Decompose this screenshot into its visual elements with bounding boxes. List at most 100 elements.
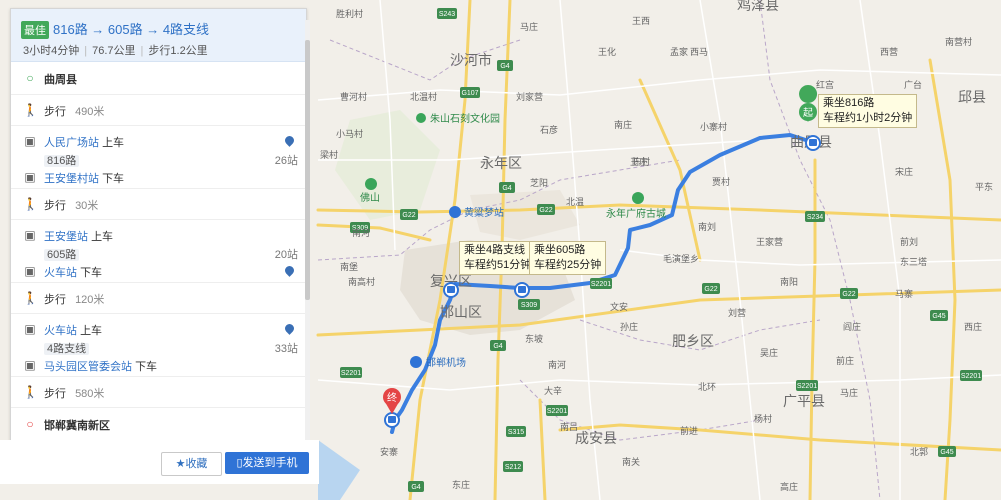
place-label: 安寨 — [380, 446, 398, 457]
favorite-button[interactable]: ★收藏 — [161, 452, 222, 476]
poi-label: 邯郸机场 — [426, 356, 466, 369]
bus-icon: ▣ — [24, 358, 36, 372]
place-label: 刘家营 — [516, 91, 543, 102]
poi-label: 佛山 — [360, 191, 380, 204]
send-label: 发送到手机 — [242, 457, 298, 469]
destination-label: 邯郸冀南新区 — [44, 420, 110, 432]
place-label: 南营村 — [945, 36, 972, 47]
step-destination: ○ 邯郸冀南新区 — [11, 408, 306, 440]
place-label: 阎庄 — [843, 321, 861, 332]
place-label: 前进 — [680, 425, 698, 436]
scenic-icon — [632, 192, 644, 204]
place-label: 平东 — [975, 181, 993, 192]
place-label: 北环 — [698, 382, 716, 392]
bus-icon: ▣ — [24, 264, 36, 278]
bubble-line: 车程约25分钟 — [534, 259, 602, 271]
poi-label: 永年广府古城 — [606, 207, 666, 220]
origin-label: 曲周县 — [44, 74, 77, 86]
place-label: 西营 — [880, 46, 898, 57]
step-walk: 🚶 步行 120米 — [11, 283, 306, 314]
svg-text:G4: G4 — [500, 63, 509, 70]
scrollbar-thumb[interactable] — [305, 40, 310, 300]
favorite-label: 收藏 — [185, 458, 208, 470]
walk-icon: 🚶 — [23, 103, 38, 117]
walk-icon: 🚶 — [23, 385, 38, 399]
district-label: 永年区 — [480, 155, 522, 171]
board-station[interactable]: 人民广场站 — [44, 137, 99, 149]
place-label: 南阳 — [780, 276, 798, 287]
walk-icon: 🚶 — [23, 291, 38, 305]
board-label: 上车 — [91, 231, 114, 243]
alight-station[interactable]: 马头园区管委会站 — [44, 361, 132, 373]
walk-label: 步行 — [44, 200, 66, 212]
place-label: 红宫 — [816, 79, 834, 90]
walk-label: 步行 — [44, 388, 66, 400]
location-pin-icon[interactable] — [283, 264, 296, 277]
district-label: 鸡泽县 — [737, 0, 779, 13]
star-icon: ★ — [175, 458, 186, 470]
best-badge: 最佳 — [21, 21, 49, 39]
route-summary[interactable]: 最佳 816路 → 605路 → 4路支线 3小时4分钟 | 76.7公里 | 步行1.2… — [11, 9, 306, 62]
distance: 76.7公里 — [92, 45, 136, 57]
board-station[interactable]: 王安堡站 — [44, 231, 88, 243]
place-label: 南刘 — [698, 221, 716, 232]
bubble-line: 乘坐605路 — [534, 244, 586, 256]
stop-count: 26站 — [274, 155, 298, 167]
step-bus[interactable]: ▣ 王安堡站 上车 605路 20站 ▣ 火车站 下车 — [11, 220, 306, 283]
place-label: 东庄 — [452, 479, 470, 490]
svg-text:终: 终 — [387, 391, 397, 404]
place-label: 小马村 — [336, 128, 363, 139]
place-label: 胜利村 — [336, 8, 363, 19]
place-label: 南关 — [622, 456, 640, 467]
bus-icon: ▣ — [24, 170, 36, 184]
park-icon — [416, 113, 426, 123]
duration: 3小时4分钟 — [23, 45, 80, 57]
place-label: 马庄 — [520, 21, 538, 32]
place-label: 王西 — [632, 16, 650, 26]
bus-stop-icon — [443, 282, 459, 298]
alight-label: 下车 — [102, 173, 125, 185]
line-tag[interactable]: 4路支线 — [44, 343, 90, 355]
svg-text:S309: S309 — [521, 302, 537, 309]
step-walk: 🚶 步行 490米 — [11, 95, 306, 126]
bus-stop-icon — [514, 282, 530, 298]
svg-text:S2201: S2201 — [547, 408, 567, 415]
send-to-phone-button[interactable]: ▯发送到手机 — [225, 452, 309, 474]
place-label: 西庄 — [964, 321, 982, 332]
bubble-line: 乘坐816路 — [823, 97, 875, 109]
train-station-icon — [449, 206, 461, 218]
location-pin-icon[interactable] — [283, 134, 296, 147]
step-bus[interactable]: ▣ 火车站 上车 4路支线 33站 ▣ 马头园区管委会站 下车 — [11, 314, 306, 377]
svg-text:S234: S234 — [807, 214, 823, 221]
bus-icon: ▣ — [24, 322, 36, 336]
place-label: 北温 — [566, 197, 584, 207]
svg-text:G4: G4 — [493, 343, 502, 350]
place-label: 南河 — [352, 227, 370, 238]
stop-count: 33站 — [274, 343, 298, 355]
svg-text:G4: G4 — [502, 185, 511, 192]
district-label: 广平县 — [783, 393, 825, 409]
step-walk: 🚶 步行 30米 — [11, 189, 306, 220]
line-tag[interactable]: 816路 — [44, 155, 80, 167]
step-bus[interactable]: ▣ 人民广场站 上车 816路 26站 ▣ 王安堡村站 下车 — [11, 126, 306, 189]
line-tag[interactable]: 605路 — [44, 249, 80, 261]
bubble-line: 车程约1小时2分钟 — [823, 112, 913, 124]
svg-text:G45: G45 — [940, 449, 953, 456]
board-station[interactable]: 火车站 — [44, 325, 77, 337]
route-panel: 最佳 816路 → 605路 → 4路支线 3小时4分钟 | 76.7公里 | 步行1.2… — [10, 8, 307, 442]
place-label: 北郭 — [910, 446, 928, 457]
svg-text:G107: G107 — [461, 90, 478, 97]
airport-icon — [410, 356, 422, 368]
place-label: 宋庄 — [895, 166, 913, 177]
svg-text:S212: S212 — [505, 464, 521, 471]
svg-text:S2201: S2201 — [341, 370, 361, 377]
alight-station[interactable]: 王安堡村站 — [44, 173, 99, 185]
alight-station[interactable]: 火车站 — [44, 267, 77, 279]
step-walk: 🚶 步行 580米 — [11, 377, 306, 408]
district-label: 邯山区 — [440, 304, 482, 320]
walk-distance: 120米 — [75, 294, 105, 306]
stop-count: 20站 — [274, 249, 298, 261]
place-label: 毛演堡乡 — [663, 253, 699, 264]
location-pin-icon[interactable] — [283, 322, 296, 335]
bus-icon: ▣ — [24, 134, 36, 148]
